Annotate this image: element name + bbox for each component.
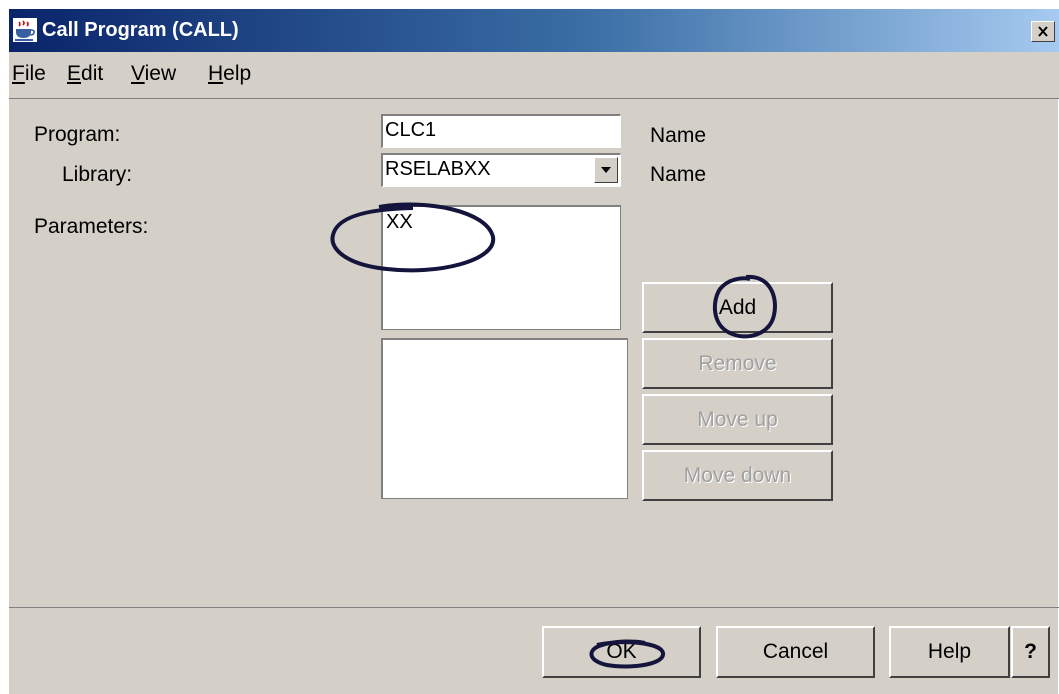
help-button[interactable]: Help — [889, 626, 1010, 678]
program-label: Program: — [34, 123, 121, 146]
parameter-entry-field[interactable]: XX — [381, 205, 621, 330]
close-button[interactable] — [1031, 21, 1055, 42]
program-input[interactable]: CLC1 — [381, 114, 621, 148]
call-program-dialog: Call Program (CALL) File Edit View Help … — [8, 8, 1059, 694]
cancel-button[interactable]: Cancel — [716, 626, 875, 678]
library-combobox[interactable]: RSELABXX — [381, 153, 621, 187]
close-icon — [1038, 26, 1048, 37]
library-label: Library: — [62, 163, 133, 186]
parameters-label: Parameters: — [34, 215, 149, 238]
context-help-button[interactable]: ? — [1011, 626, 1050, 678]
title-bar[interactable]: Call Program (CALL) — [9, 9, 1059, 52]
library-value: RSELABXX — [385, 158, 491, 180]
program-hint: Name — [650, 124, 707, 147]
move-down-button[interactable]: Move down — [642, 450, 833, 501]
add-button[interactable]: Add — [642, 282, 833, 333]
parameter-list[interactable] — [381, 338, 628, 499]
chevron-down-icon — [601, 167, 611, 173]
menu-file[interactable]: File — [12, 62, 46, 86]
menu-help[interactable]: Help — [208, 62, 251, 86]
move-up-button[interactable]: Move up — [642, 394, 833, 445]
menu-view[interactable]: View — [131, 62, 176, 86]
library-dropdown-button[interactable] — [594, 157, 618, 183]
window-title: Call Program (CALL) — [42, 19, 239, 41]
menu-bar: File Edit View Help — [9, 52, 1059, 98]
ok-button[interactable]: OK — [542, 626, 701, 678]
library-hint: Name — [650, 163, 707, 186]
java-cup-icon — [13, 18, 37, 42]
remove-button[interactable]: Remove — [642, 338, 833, 389]
parameter-entry-value: XX — [386, 211, 413, 233]
menu-edit[interactable]: Edit — [67, 62, 103, 86]
